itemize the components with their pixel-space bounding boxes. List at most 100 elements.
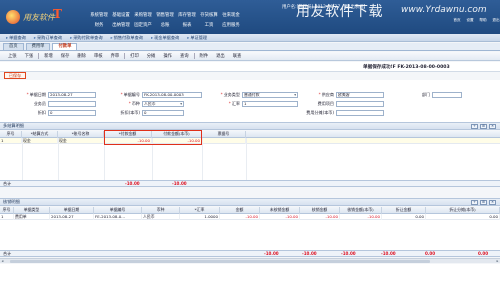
tab-2[interactable]: 付款单 [52,43,78,50]
toolbar-button[interactable]: 审核 [90,53,107,59]
add-row-icon[interactable]: + [471,200,478,205]
horizontal-scrollbar[interactable]: ◂ ▸ [0,258,500,263]
toolbar-button[interactable]: 上张 [4,53,21,59]
detail-cell-unwritten[interactable]: -10.00 [260,214,300,220]
detail-col-header[interactable]: 未核销金额 [260,207,300,214]
top-nav-item[interactable]: 出纳管理 [110,22,132,28]
detail-cell-discount[interactable]: 0.00 [382,214,426,220]
discount-local-field[interactable]: 0 [142,110,184,116]
top-nav-item[interactable]: 固定资产 [132,22,154,28]
toolbar-button[interactable]: 附件 [196,53,213,59]
top-nav-item[interactable]: 报表 [176,22,198,28]
quick-link[interactable]: 销售付款单查询 [107,35,147,41]
top-nav-item[interactable]: 应用服务 [220,22,242,28]
top-nav-item[interactable]: 往来现金 [220,12,242,18]
top-nav-item[interactable]: 总账 [154,22,176,28]
payment-cell-account[interactable]: 现金 [58,138,104,144]
detail-col-header[interactable]: 单据类型 [14,207,50,214]
detail-col-header[interactable]: 序号 [0,207,14,214]
salesman-field[interactable] [48,101,96,107]
detail-col-header[interactable]: 单据日期 [50,207,94,214]
toolbar-button[interactable]: 打印 [126,53,143,59]
detail-col-header[interactable]: 折让金额 [382,207,426,214]
payment-col-header[interactable]: *账号名称 [58,131,104,138]
payment-cell-method[interactable]: 现金 [22,138,58,144]
top-nav-item[interactable]: 系统管理 [88,12,110,18]
detail-cell-date[interactable]: 2013-08-27 [50,214,94,220]
discount-field[interactable]: 0 [48,110,96,116]
toolbar-button[interactable]: 联查 [229,53,246,59]
add-row-icon[interactable]: + [471,124,478,129]
detail-col-header[interactable]: 核销金额(本币) [340,207,382,214]
quick-link[interactable]: 现金单据查询 [147,35,183,41]
toolbar-button[interactable]: 弃审 [107,53,124,59]
detail-cell-discount_split[interactable]: 0.00 [426,214,500,220]
table-row[interactable]: 1 费用单 2013-08-27 FE-2013-08-0... 人民币 1.0000 -1… [0,214,500,220]
date-field[interactable]: 2013-08-27 [48,92,96,98]
toolbar-button[interactable]: 保存 [57,53,74,59]
payment-col-header[interactable]: 票据号 [202,131,246,138]
detail-cell-currency[interactable]: 人民币 [142,214,180,220]
payment-cell-ticket[interactable] [202,138,246,144]
page-footer-space [0,264,500,282]
toolbar-button[interactable]: 新增 [40,53,57,59]
detail-cell-rate[interactable]: 1.0000 [180,214,220,220]
detail-total-written: -10.00 [341,251,356,256]
delete-row-icon[interactable]: ✕ [489,124,496,129]
detail-cell-written[interactable]: -10.00 [300,214,340,220]
quick-link[interactable]: 单据查询 [2,35,30,41]
help-icon[interactable]: 帮助 [478,18,488,23]
top-nav-item[interactable]: 库存管理 [176,12,198,18]
supplier-field[interactable]: 欧美客 [336,92,384,98]
payment-cell-no[interactable]: 1 [0,138,22,144]
toolbar-separator [124,53,126,59]
toolbar-button[interactable]: 操作 [159,53,176,59]
scroll-left-icon[interactable]: ◂ [0,259,5,263]
detail-col-header[interactable]: 核销金额 [300,207,340,214]
detail-col-header[interactable]: 币种 [142,207,180,214]
toolbar-button[interactable]: 下张 [21,53,38,59]
tab-0[interactable]: 首页 [3,43,24,50]
logout-icon[interactable]: 退出 [491,18,500,23]
top-nav-item[interactable]: 工资 [198,22,220,28]
scroll-thumb[interactable] [10,260,430,263]
detail-col-header[interactable]: 金额 [220,207,260,214]
top-nav-item[interactable]: 基础设置 [110,12,132,18]
top-nav-item[interactable]: 存货核算 [198,12,220,18]
detail-cell-number[interactable]: FE-2013-08-0... [94,214,142,220]
detail-cell-written_local[interactable]: -10.00 [340,214,382,220]
delete-row-icon[interactable]: ✕ [489,200,496,205]
tab-1[interactable]: 费用单 [25,43,51,50]
top-nav-item[interactable]: 销售管理 [154,12,176,18]
scroll-right-icon[interactable]: ▸ [495,259,500,263]
table-row[interactable]: 1 现金 现金 -10.00 -10.00 [0,138,500,144]
payment-col-header[interactable]: 序号 [0,131,22,138]
payment-col-header[interactable]: *结算方式 [22,131,58,138]
number-field[interactable]: FK-2013-08-00-0003 [142,92,202,98]
gear-icon[interactable]: 设置 [465,18,475,23]
insert-row-icon[interactable]: ⊞ [480,200,487,205]
currency-select[interactable]: 人民币 [142,101,184,107]
rate-field[interactable]: 1 [242,101,298,107]
toolbar-button[interactable]: 删除 [73,53,90,59]
detail-cell-type[interactable]: 费用单 [14,214,50,220]
detail-col-header[interactable]: 单据编号 [94,207,142,214]
toolbar-button[interactable]: 退出 [212,53,229,59]
dept-field[interactable] [432,92,462,98]
toolbar-button[interactable]: 查询 [176,53,193,59]
type-select[interactable]: 普通付款 [242,92,298,98]
detail-cell-no[interactable]: 1 [0,214,14,220]
top-nav-item[interactable]: 财务 [88,22,110,28]
quick-link[interactable]: 采购付款单查询 [66,35,106,41]
quick-link[interactable]: 单证管理 [183,35,211,41]
detail-col-header[interactable]: *汇率 [180,207,220,214]
home-icon[interactable]: 首页 [452,18,462,23]
fee-split-field[interactable] [336,110,384,116]
toolbar-button[interactable]: 分摊 [143,53,160,59]
top-nav-item[interactable]: 采购管理 [132,12,154,18]
quick-link[interactable]: 采购订单查询 [30,35,66,41]
detail-col-header[interactable]: 折让分摊(本币) [426,207,500,214]
insert-row-icon[interactable]: ⊞ [480,124,487,129]
fee-field[interactable] [336,101,384,107]
detail-cell-amount[interactable]: -10.00 [220,214,260,220]
